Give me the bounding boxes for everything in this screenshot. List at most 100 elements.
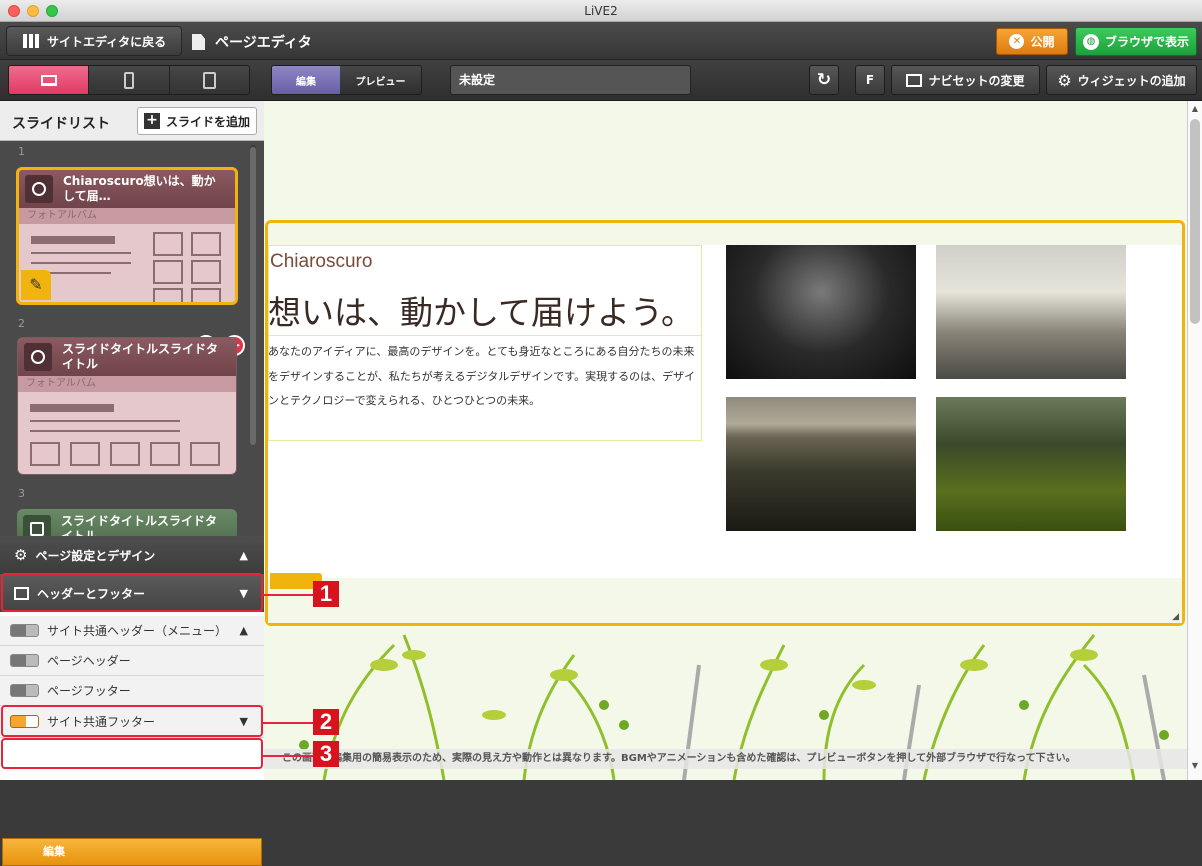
page-title-label: ページエディタ [215,35,312,51]
mock-image-icon [110,442,140,466]
publish-button[interactable]: ✕ 公開 [996,28,1068,55]
canvas-scrollbar[interactable]: ▲ ▼ [1187,101,1202,780]
mock-text-line [30,420,180,422]
slide-card-header: スライドタイトルスライドタイトル [18,338,236,376]
page-header-row[interactable]: ページヘッダー [0,646,264,676]
page-footer-toggle[interactable] [10,684,39,697]
photo-platform [936,245,1126,379]
slide-title: Chiaroscuro想いは、動かして届… [63,174,216,203]
navset-label: ナビセットの変更 [928,73,1025,88]
slide-list-header: スライドリスト + スライドを追加 [0,101,264,141]
f-button[interactable]: F [855,65,885,95]
page-header-label: ページヘッダー [47,654,131,668]
callout-marker-1: 1 [313,581,339,607]
pencil-icon[interactable]: ✎ [21,270,51,300]
publish-icon: ✕ [1009,34,1025,49]
page-selector[interactable]: 未設定 [450,65,691,95]
minimize-window-button[interactable] [27,5,39,17]
slide-card-header: Chiaroscuro想いは、動かして届… [19,170,235,208]
device-desktop-button[interactable] [9,66,90,94]
device-switcher [8,65,250,95]
window-title: LiVE2 [584,4,618,18]
add-slide-label: スライドを追加 [165,114,250,129]
mock-image-icon [153,260,183,284]
image-icon [23,515,51,536]
columns-icon [23,34,39,48]
edit-mode-button[interactable]: 編集 [272,66,340,94]
view-in-browser-label: ブラウザで表示 [1104,35,1189,49]
close-window-button[interactable] [8,5,20,17]
zoom-window-button[interactable] [46,5,58,17]
site-header-row[interactable]: サイト共通ヘッダー（メニュー） ▲ [0,616,264,646]
slide-number: 3 [18,487,25,500]
site-header-toggle[interactable] [10,624,39,637]
edit-footer-button[interactable]: 編集 [2,838,262,866]
callout-marker-2: 2 [313,709,339,735]
highlight-box-2 [1,705,263,737]
back-button-label: サイトエディタに戻る [47,34,167,49]
mock-text-line [31,262,131,264]
slide-title: スライドタイトルスライドタイトル [61,514,218,536]
main-toolbar: サイトエディタに戻る ページエディタ ✕ 公開 ◍ ブラウザで表示 [0,22,1202,60]
scroll-down-icon[interactable]: ▼ [1190,761,1200,770]
mock-text-line [31,236,115,244]
back-to-site-editor-button[interactable]: サイトエディタに戻る [6,26,182,56]
mock-image-icon [191,232,221,256]
document-icon [192,34,205,50]
gear-icon: ⚙ [1057,70,1072,90]
gear-icon: ⚙ [14,546,28,564]
slide-card-1[interactable]: Chiaroscuro想いは、動かして届… フォトアルバム ✎ [16,167,238,305]
add-widget-button[interactable]: ⚙ ウィジェットの追加 [1046,65,1197,95]
view-in-browser-button[interactable]: ◍ ブラウザで表示 [1075,27,1197,56]
page-header-toggle[interactable] [10,654,39,667]
highlight-box-3 [1,738,263,769]
mock-image-icon [190,442,220,466]
canvas-scroll-thumb[interactable] [1190,119,1200,324]
page-canvas: Chiaroscuro 想いは、動かして届けよう。 あなたのアイディアに、最高の… [264,101,1187,780]
scroll-up-icon[interactable]: ▲ [1190,104,1200,113]
slide-number: 1 [18,145,25,158]
frame-footer-band [268,578,1182,623]
editor-toolbar: 編集 プレビュー 未設定 ↻ F ナビセットの変更 ⚙ ウィジェットの追加 [0,60,1202,101]
status-message: この画面は編集用の簡易表示のため、実際の見え方や動作とは異なります。BGMやアニ… [264,749,1187,769]
mock-image-icon [153,232,183,256]
slide-list-scrollbar[interactable] [250,147,256,445]
window-titlebar: LiVE2 [0,0,1202,22]
mock-image-icon [153,288,183,302]
page-footer-row[interactable]: ページフッター [0,676,264,706]
callout-line-1 [263,594,313,596]
add-slide-button[interactable]: + スライドを追加 [137,107,257,135]
camera-icon [24,343,52,371]
slide-list: 1 Chiaroscuro想いは、動かして届… フォトアルバム ✎ ⧉ − 2 [0,141,264,536]
slide-card-3[interactable]: スライドタイトルスライドタイトル [17,509,237,536]
change-navset-button[interactable]: ナビセットの変更 [891,65,1040,95]
preview-mode-button[interactable]: プレビュー [340,66,421,94]
callout-line-3 [263,755,313,757]
laptop-icon [40,74,57,86]
page-title: ページエディタ [192,32,312,52]
mode-switcher: 編集 プレビュー [271,65,422,95]
mock-text-line [31,252,131,254]
reload-button[interactable]: ↻ [809,65,839,95]
window-controls[interactable] [8,5,58,17]
slide-title: スライドタイトルスライドタイトル [62,342,219,371]
body-text: あなたのアイディアに、最高のデザインを。とても身近なところにある自分たちの未来を… [268,335,702,414]
page-settings-section[interactable]: ⚙ ページ設定とデザイン ▲ [0,536,264,574]
chevron-up-icon: ▲ [239,624,248,637]
device-phone-button[interactable] [89,66,170,94]
selected-slide-frame[interactable]: Chiaroscuro 想いは、動かして届けよう。 あなたのアイディアに、最高の… [265,220,1185,626]
site-header-label: サイト共通ヘッダー（メニュー） [47,624,228,638]
slide-type: フォトアルバム [19,208,235,224]
device-tablet-button[interactable] [170,66,249,94]
page-settings-label: ページ設定とデザイン [35,548,156,563]
camera-icon [25,175,53,203]
frame-top-band [268,223,1182,245]
globe-icon: ◍ [1082,33,1099,50]
headline-text: 想いは、動かして届けよう。 [268,293,695,332]
tablet-icon [202,71,216,89]
page-footer-label: ページフッター [47,684,131,698]
callout-line-2 [263,722,313,724]
slide-card-2[interactable]: スライドタイトルスライドタイトル フォトアルバム [17,337,237,475]
slide-type: フォトアルバム [18,376,236,392]
resize-grip-icon[interactable]: ◢ [1172,612,1179,622]
